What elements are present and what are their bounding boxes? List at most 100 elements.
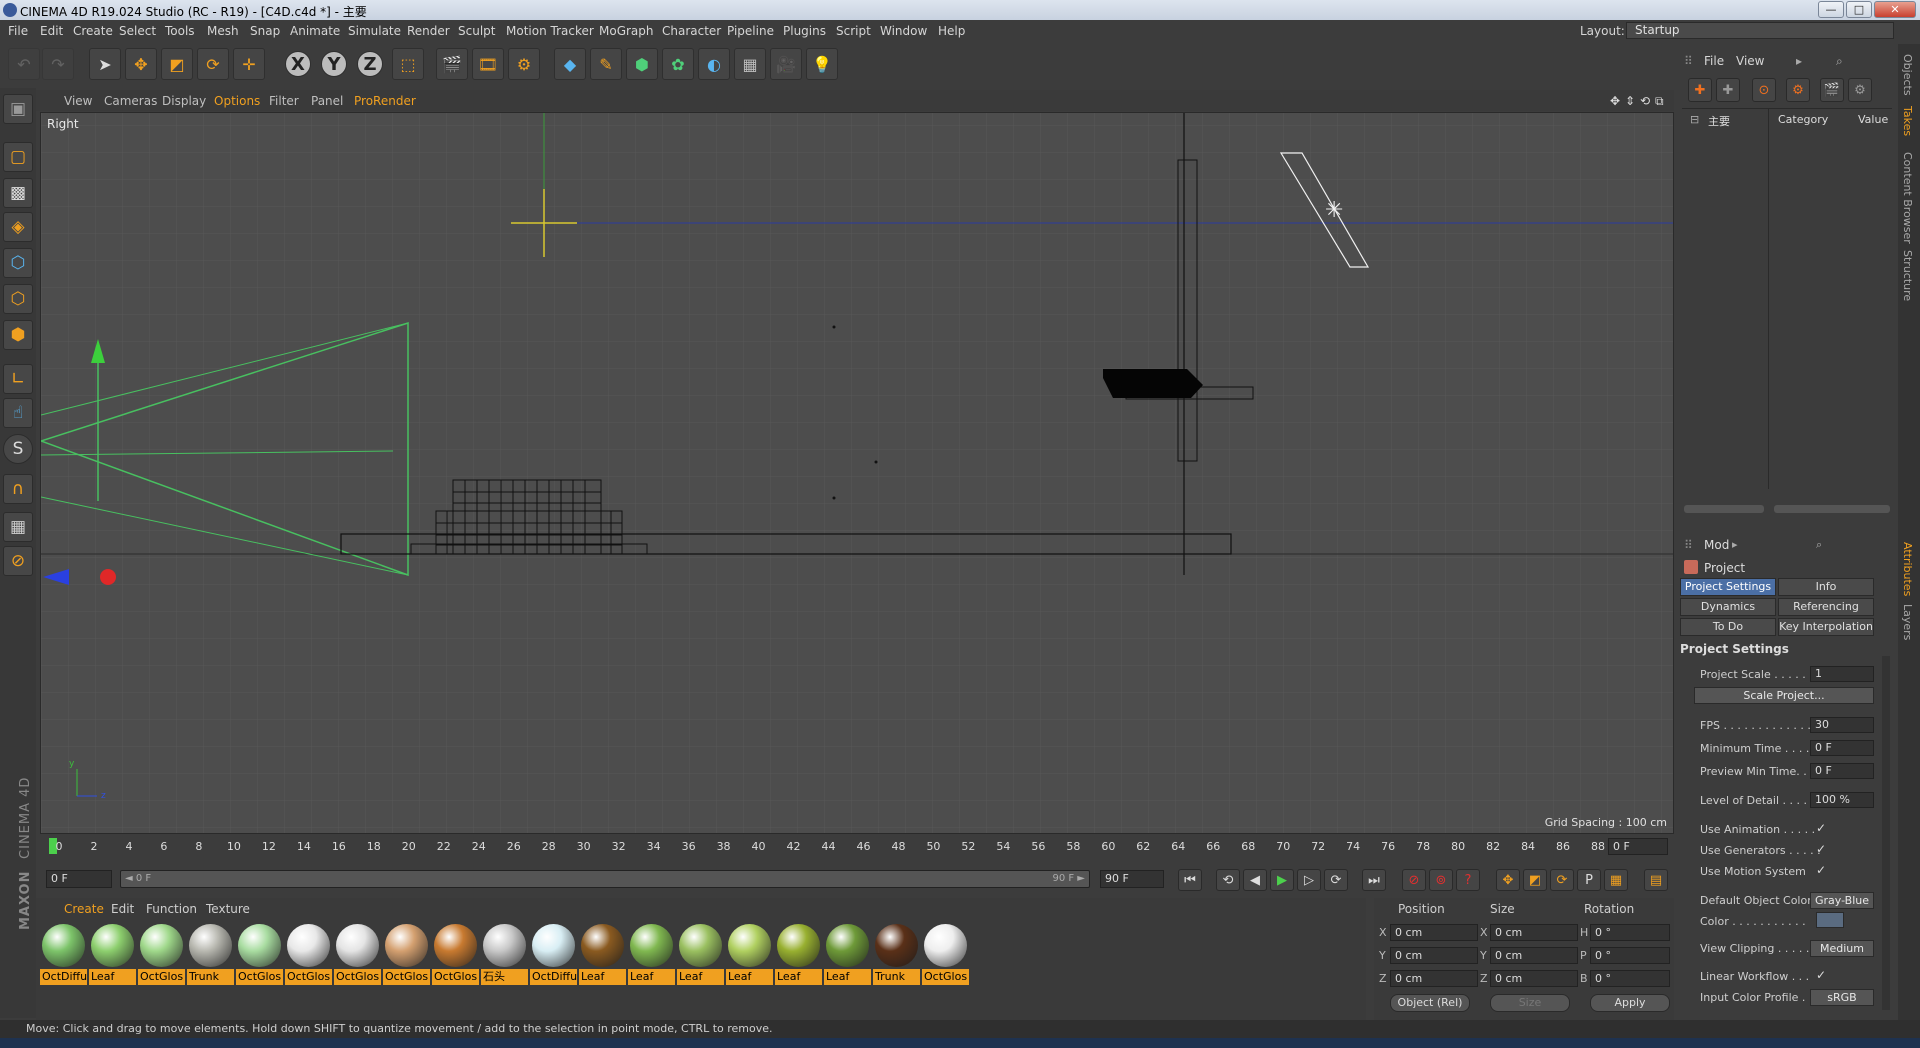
attr-use-generators-checkbox[interactable]: ✓ [1816, 842, 1826, 856]
menu-pipeline[interactable]: Pipeline [727, 24, 774, 38]
coord-size-y[interactable]: 0 cm [1490, 947, 1578, 964]
side-tab-structure[interactable]: Structure [1901, 250, 1914, 301]
coord-pos-x[interactable]: 0 cm [1390, 924, 1478, 941]
attr-linear-workflow-checkbox[interactable]: ✓ [1816, 968, 1826, 982]
maximize-button[interactable]: □ [1846, 1, 1872, 18]
menu-motion-tracker[interactable]: Motion Tracker [506, 24, 594, 38]
menu-file[interactable]: File [8, 24, 28, 38]
attr-lod[interactable]: 100 % [1810, 792, 1874, 808]
tab-info[interactable]: Info [1778, 578, 1874, 596]
coord-rot-h[interactable]: 0 ° [1590, 924, 1670, 941]
coord-rot-b[interactable]: 0 ° [1590, 970, 1670, 987]
start-frame-field[interactable]: 0 F [46, 870, 112, 888]
close-button[interactable]: ✕ [1874, 1, 1916, 18]
obj-find-icon[interactable]: ⌕ [1836, 54, 1843, 69]
side-tab-content-browser[interactable]: Content Browser [1901, 152, 1914, 244]
material-swatch[interactable]: OctGlos [922, 924, 969, 988]
cube-object-icon[interactable]: ◆ [554, 48, 586, 80]
coord-size-x[interactable]: 0 cm [1490, 924, 1578, 941]
menu-script[interactable]: Script [836, 24, 871, 38]
attr-input-color-dropdown[interactable]: sRGB [1810, 989, 1874, 1006]
material-swatch[interactable]: OctDiffu [530, 924, 577, 988]
scale-project-button[interactable]: Scale Project... [1694, 687, 1874, 704]
deformer-icon[interactable]: ◐ [698, 48, 730, 80]
menu-create[interactable]: Create [73, 24, 113, 38]
side-tab-takes[interactable]: Takes [1901, 106, 1914, 136]
viewport-menu-view[interactable]: View [64, 94, 92, 108]
tab-dynamics[interactable]: Dynamics [1680, 598, 1776, 616]
take-override-icon[interactable]: ⊙ [1752, 78, 1776, 102]
side-tab-attributes[interactable]: Attributes [1901, 542, 1914, 596]
next-key-icon[interactable]: ⟳ [1324, 869, 1348, 891]
menu-help[interactable]: Help [938, 24, 965, 38]
record-icon[interactable]: ⊘ [1402, 869, 1426, 891]
coord-apply-button[interactable]: Apply [1590, 994, 1670, 1012]
tab-project-settings[interactable]: Project Settings [1680, 578, 1776, 596]
menu-window[interactable]: Window [880, 24, 927, 38]
light-icon[interactable]: 💡 [806, 48, 838, 80]
attr-fps[interactable]: 30 [1810, 717, 1874, 733]
attr-color-swatch[interactable] [1816, 912, 1844, 928]
attr-view-clipping-dropdown[interactable]: Medium [1810, 940, 1874, 957]
attr-search-icon[interactable]: ⌕ [1816, 538, 1822, 552]
next-frame-icon[interactable]: ▷ [1297, 869, 1321, 891]
mat-menu-create[interactable]: Create [64, 902, 104, 916]
timeline-layout-icon[interactable]: ▤ [1644, 869, 1668, 891]
material-swatch[interactable]: Leaf [726, 924, 773, 988]
coord-rot-p[interactable]: 0 ° [1590, 947, 1670, 964]
key-param-icon[interactable]: P [1577, 869, 1601, 891]
goto-start-icon[interactable]: ⏮ [1178, 869, 1202, 891]
coordinate-system-icon[interactable]: ⬚ [392, 48, 424, 80]
viewport-toggle-layout-icon[interactable]: ⧉ [1655, 94, 1664, 109]
prev-frame-icon[interactable]: ◀ [1243, 869, 1267, 891]
menu-animate[interactable]: Animate [290, 24, 340, 38]
take-render-icon[interactable]: ⚙ [1848, 78, 1872, 102]
takes-scrollbar[interactable] [1684, 505, 1764, 513]
take-add-icon[interactable]: ✚ [1688, 78, 1712, 102]
side-tab-objects[interactable]: Objects [1901, 54, 1914, 96]
keyframe-selection-icon[interactable]: ? [1456, 869, 1480, 891]
material-swatch[interactable]: Trunk [187, 924, 234, 988]
coord-mode-dropdown[interactable]: Object (Rel) [1390, 994, 1470, 1012]
menu-edit[interactable]: Edit [40, 24, 63, 38]
render-picture-viewer-icon[interactable]: 🎞 [472, 48, 504, 80]
mat-menu-function[interactable]: Function [146, 902, 197, 916]
take-main[interactable]: 主要 [1708, 113, 1730, 129]
coord-pos-y[interactable]: 0 cm [1390, 947, 1478, 964]
menu-simulate[interactable]: Simulate [348, 24, 401, 38]
floor-icon[interactable]: ▦ [734, 48, 766, 80]
key-pla-icon[interactable]: ▦ [1604, 869, 1628, 891]
material-swatch[interactable]: Leaf [775, 924, 822, 988]
mat-menu-texture[interactable]: Texture [206, 902, 250, 916]
material-swatch[interactable]: OctGlos [138, 924, 185, 988]
viewport-zoom-icon[interactable]: ⇕ [1625, 94, 1635, 108]
subdivision-icon[interactable]: ⬢ [626, 48, 658, 80]
workplane-lock-icon[interactable]: ⊘ [3, 546, 33, 576]
attr-preview-min[interactable]: 0 F [1810, 763, 1874, 779]
viewport-menu-prorender[interactable]: ProRender [354, 94, 416, 108]
menu-tools[interactable]: Tools [165, 24, 195, 38]
camera-icon[interactable]: 🎥 [770, 48, 802, 80]
undo-icon[interactable]: ↶ [8, 48, 40, 80]
redo-icon[interactable]: ↷ [42, 48, 74, 80]
menu-sculpt[interactable]: Sculpt [458, 24, 495, 38]
material-swatch[interactable]: OctGlos [383, 924, 430, 988]
points-mode-icon[interactable]: ⬡ [3, 248, 33, 278]
tab-key-interpolation[interactable]: Key Interpolation [1778, 618, 1874, 636]
autokey-icon[interactable]: ⊚ [1429, 869, 1453, 891]
take-expand-icon[interactable]: ⊟ [1690, 113, 1699, 126]
pen-spline-icon[interactable]: ✎ [590, 48, 622, 80]
viewport-menu-cameras[interactable]: Cameras [104, 94, 157, 108]
tweak-mode-icon[interactable]: ☝ [3, 398, 33, 428]
texture-mode-icon[interactable]: ▩ [3, 178, 33, 208]
coord-size-dropdown[interactable]: Size [1490, 994, 1570, 1012]
material-swatch[interactable]: Leaf [677, 924, 724, 988]
prev-key-icon[interactable]: ⟲ [1216, 869, 1240, 891]
take-clone-icon[interactable]: ✚ [1716, 78, 1740, 102]
menu-plugins[interactable]: Plugins [783, 24, 826, 38]
attr-default-color-dropdown[interactable]: Gray-Blue [1810, 892, 1874, 909]
material-swatch[interactable]: Trunk [873, 924, 920, 988]
play-icon[interactable]: ▶ [1270, 869, 1294, 891]
edges-mode-icon[interactable]: ⬡ [3, 284, 33, 314]
axis-mode-icon[interactable]: ∟ [3, 364, 33, 394]
